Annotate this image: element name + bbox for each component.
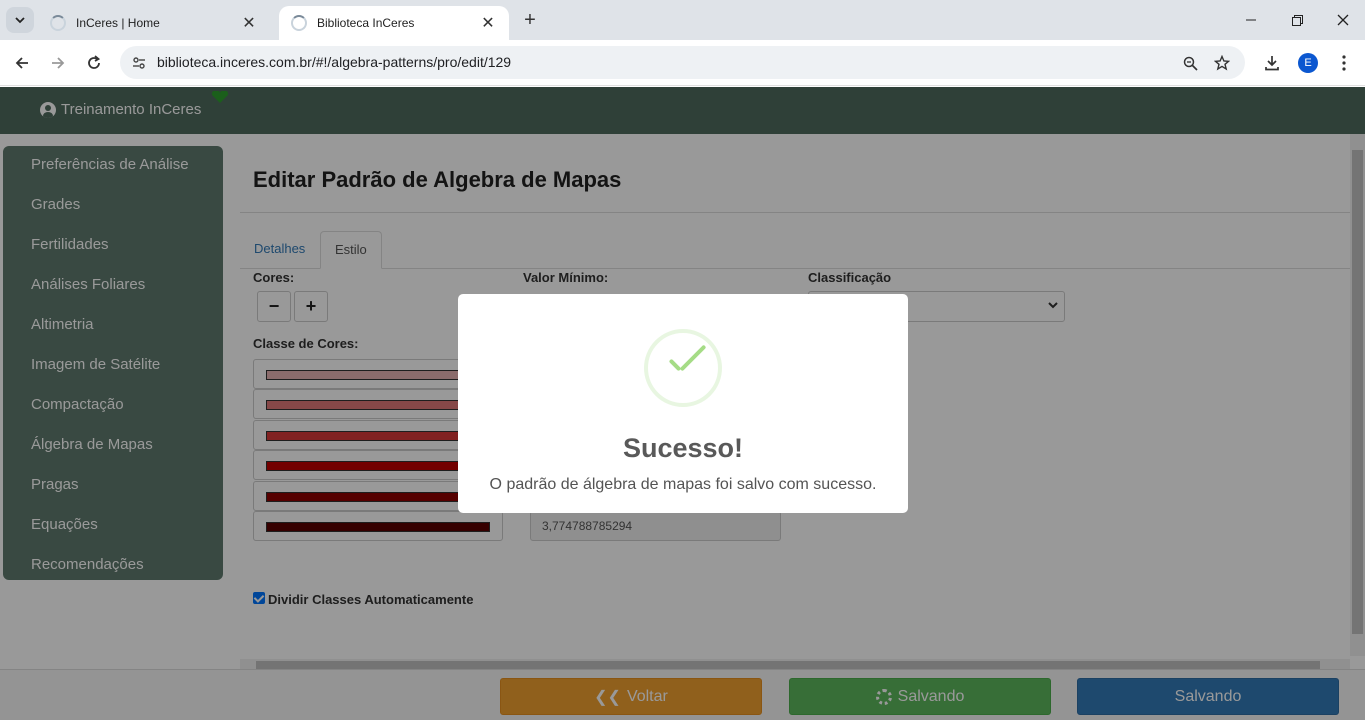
close-icon <box>1337 14 1349 26</box>
back-button[interactable] <box>10 51 34 75</box>
browser-toolbar: biblioteca.inceres.com.br/#!/algebra-pat… <box>0 40 1365 86</box>
chevron-down-icon <box>15 17 25 24</box>
arrow-right-icon <box>52 57 65 69</box>
zoom-icon[interactable] <box>1179 52 1201 74</box>
restore-button[interactable] <box>1274 8 1320 32</box>
new-tab-button[interactable]: + <box>518 8 542 32</box>
loading-icon <box>50 15 66 31</box>
downloads-button[interactable] <box>1260 51 1284 75</box>
loading-icon <box>291 15 307 31</box>
arrow-left-icon <box>15 57 28 69</box>
dialog-title: Sucesso! <box>622 433 744 463</box>
browser-tabbar: InCeres | Home ✕ Biblioteca InCeres ✕ + <box>0 0 1365 40</box>
browser-menu-button[interactable] <box>1332 51 1356 75</box>
download-icon <box>1265 56 1279 71</box>
close-icon[interactable]: ✕ <box>240 13 258 33</box>
dialog-message: O padrão de álgebra de mapas foi salvo c… <box>489 476 877 493</box>
tab-title: InCeres | Home <box>76 16 160 30</box>
minimize-icon <box>1246 19 1256 21</box>
minimize-button[interactable] <box>1228 8 1274 32</box>
success-check-icon <box>644 329 722 407</box>
restore-icon <box>1291 14 1303 26</box>
success-dialog: Sucesso! O padrão de álgebra de mapas fo… <box>458 294 908 513</box>
tab-search-button[interactable] <box>6 7 34 33</box>
address-bar[interactable]: biblioteca.inceres.com.br/#!/algebra-pat… <box>120 46 1245 79</box>
bookmark-star-icon[interactable] <box>1211 52 1233 74</box>
tab-title: Biblioteca InCeres <box>317 16 415 30</box>
close-icon[interactable]: ✕ <box>479 13 497 33</box>
url-text[interactable]: biblioteca.inceres.com.br/#!/algebra-pat… <box>157 54 511 70</box>
profile-avatar[interactable]: E <box>1298 53 1318 73</box>
kebab-menu-icon <box>1342 55 1346 71</box>
browser-tab-home[interactable]: InCeres | Home ✕ <box>38 6 270 40</box>
close-window-button[interactable] <box>1320 8 1365 32</box>
forward-button[interactable] <box>46 51 70 75</box>
browser-tab-biblioteca[interactable]: Biblioteca InCeres ✕ <box>279 6 509 40</box>
reload-button[interactable] <box>82 51 106 75</box>
site-settings-icon[interactable] <box>128 52 150 74</box>
reload-icon <box>88 55 101 69</box>
